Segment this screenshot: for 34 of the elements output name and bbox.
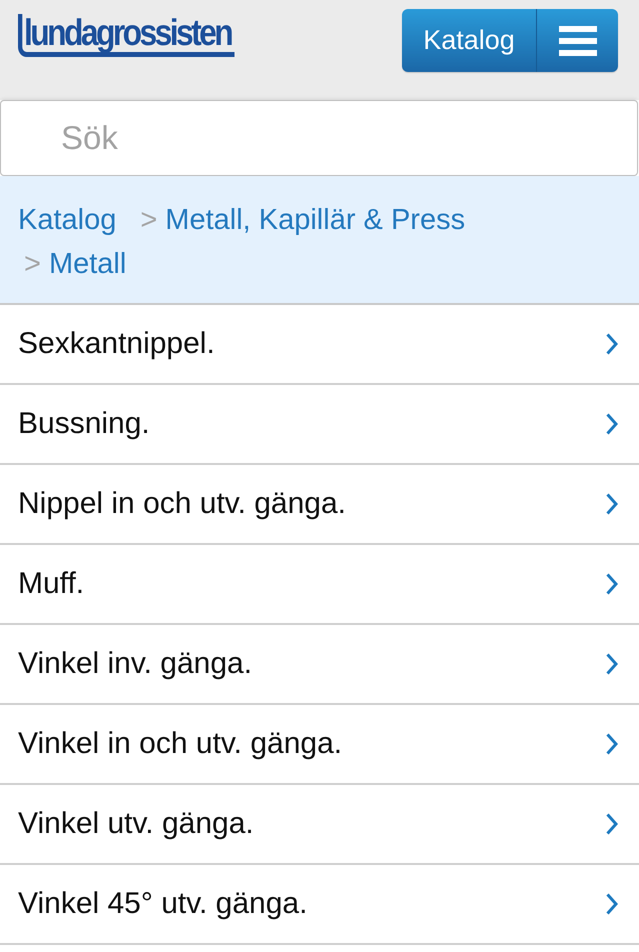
menu-icon bbox=[558, 26, 596, 56]
category-label: Vinkel inv. gänga. bbox=[18, 647, 252, 681]
category-row[interactable]: Vinkel in och utv. gänga. bbox=[0, 705, 639, 785]
category-label: Bussning. bbox=[18, 407, 150, 441]
chevron-right-icon bbox=[606, 893, 618, 915]
breadcrumb-link[interactable]: Metall, Kapillär & Press bbox=[165, 204, 466, 236]
logo[interactable]: lundagrossisten bbox=[18, 14, 235, 57]
category-row[interactable]: Nippel in och utv. gänga. bbox=[0, 465, 639, 545]
search-field[interactable]: Sök bbox=[0, 100, 638, 176]
breadcrumb-link[interactable]: Metall bbox=[48, 248, 126, 280]
category-row[interactable]: Bussning. bbox=[0, 385, 639, 465]
category-row[interactable]: Vinkel inv. gänga. bbox=[0, 625, 639, 705]
category-row[interactable]: Vinkel utv. gänga. bbox=[0, 785, 639, 865]
chevron-right-icon bbox=[606, 493, 618, 515]
chevron-right-icon bbox=[606, 413, 618, 435]
chevron-right-icon bbox=[606, 733, 618, 755]
category-row[interactable]: Sexkantnippel. bbox=[0, 305, 639, 385]
chevron-right-icon bbox=[606, 813, 618, 835]
category-label: Vinkel in och utv. gänga. bbox=[18, 727, 342, 761]
breadcrumb-separator: > bbox=[140, 204, 158, 236]
category-label: Muff. bbox=[18, 567, 84, 601]
chevron-right-icon bbox=[606, 333, 618, 355]
menu-button[interactable] bbox=[537, 9, 618, 72]
category-label: Nippel in och utv. gänga. bbox=[18, 487, 346, 521]
category-row[interactable]: Vinkel 45° utv. gänga. bbox=[0, 865, 639, 945]
catalog-button[interactable]: Katalog bbox=[402, 9, 537, 72]
breadcrumb-link[interactable]: Katalog bbox=[18, 204, 116, 236]
category-label: Vinkel utv. gänga. bbox=[18, 807, 254, 841]
category-label: Vinkel 45° utv. gänga. bbox=[18, 887, 308, 921]
category-row[interactable]: Muff. bbox=[0, 545, 639, 625]
chevron-right-icon bbox=[606, 653, 618, 675]
chevron-right-icon bbox=[606, 573, 618, 595]
breadcrumb-separator: > bbox=[24, 248, 41, 280]
category-label: Sexkantnippel. bbox=[18, 327, 215, 361]
